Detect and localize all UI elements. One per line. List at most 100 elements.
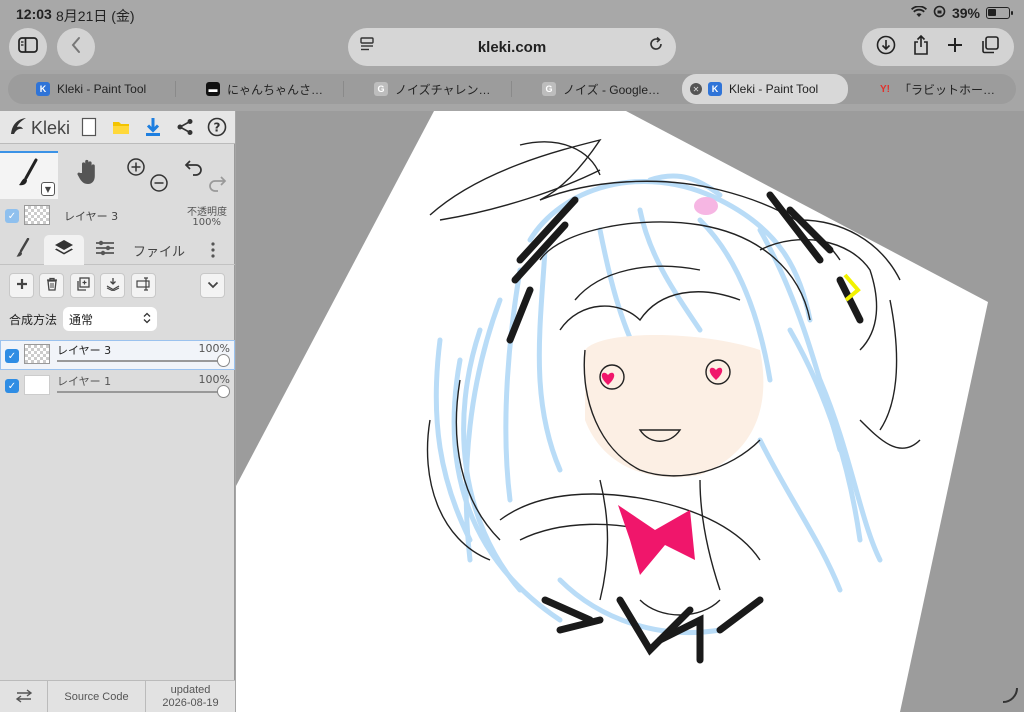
delete-layer-button[interactable] [39,273,64,298]
download-icon[interactable] [876,35,896,60]
plus-icon [16,278,28,294]
tab-title: Kleki - Paint Tool [729,82,819,96]
slider-handle[interactable] [217,385,230,398]
rename-layer-button[interactable] [131,273,156,298]
layer-thumbnail [24,375,50,395]
close-tab-icon[interactable]: ✕ [690,83,702,95]
kleki-header: Kleki ? [0,111,235,144]
layer-visible-checkbox[interactable]: ✓ [5,349,19,363]
updated-date: 2026-08-19 [162,697,219,709]
rename-icon [135,276,152,295]
address-bar[interactable]: kleki.com [348,28,676,66]
back-button[interactable] [57,28,95,66]
panel-tabs: ファイル [0,235,235,265]
tab-file[interactable]: ファイル [126,235,192,265]
status-bar: 12:03 8月21日 (金) 39% [0,0,1024,28]
merge-down-button[interactable] [100,273,125,298]
tab-kleki-active[interactable]: ✕ K Kleki - Paint Tool [682,74,848,104]
add-layer-button[interactable] [9,273,34,298]
layer-row[interactable]: ✓ レイヤー 1 100% [0,371,235,401]
layer-thumbnail [24,344,50,364]
hand-icon [75,158,101,192]
hand-tool[interactable] [59,151,117,199]
tab-title: にゃんちゃんさ… [227,82,324,97]
sidebar-icon [18,36,38,58]
source-code-link[interactable]: Source Code [48,681,146,712]
brush-icon [15,237,31,262]
tab-layers[interactable] [44,235,84,265]
swap-arrows-icon [15,688,33,706]
help-icon[interactable]: ? [206,116,228,138]
tab-kleki-1[interactable]: K Kleki - Paint Tool [36,74,202,104]
tab-title: 「ラビットホー… [899,82,996,97]
layer-opacity: 100% [198,373,230,386]
brush-dropdown-icon[interactable]: ▼ [41,182,55,196]
zoom-tools [118,151,176,199]
zoom-out-icon[interactable] [149,173,169,199]
share-icon[interactable] [174,116,196,138]
tab-brush[interactable] [4,235,42,265]
save-download-icon[interactable] [142,116,164,138]
plus-icon[interactable] [946,36,964,59]
battery-icon [986,7,1013,19]
duplicate-layer-button[interactable] [70,273,95,298]
status-right: 39% [910,5,1013,21]
redo-icon[interactable] [207,173,227,198]
wifi-icon [910,5,927,21]
reload-icon[interactable] [648,36,664,57]
brush-icon [16,158,42,194]
sliders-icon [95,240,115,260]
open-folder-icon[interactable] [110,116,132,138]
drawing-canvas[interactable] [236,111,1024,712]
layer-name: レイヤー 1 [57,375,112,388]
swap-side-button[interactable] [0,681,48,712]
google-favicon-icon: G [374,82,388,96]
chevron-updown-icon [143,312,151,327]
sidebar-button[interactable] [9,28,47,66]
blend-mode-row: 合成方法 通常 [9,307,158,331]
slider-handle[interactable] [217,354,230,367]
layer-opacity-slider[interactable] [57,360,221,362]
layer-visible-checkbox[interactable]: ✓ [5,379,19,393]
kleki-logo: Kleki [8,116,70,141]
layer-name: レイヤー 3 [57,344,112,357]
tab-adjust[interactable] [86,235,124,265]
more-options-icon[interactable] [198,235,228,265]
layer-opacity: 100% [198,342,230,355]
kleki-favicon-icon: K [708,82,722,96]
layer-menu-button[interactable] [200,273,225,298]
tool-row: ▼ [0,151,235,199]
resize-corner-icon[interactable] [1002,687,1018,703]
status-time: 12:03 [16,6,52,22]
layer-visible-checkbox[interactable]: ✓ [5,209,19,223]
google-favicon-icon: G [542,82,556,96]
tab-bar: K Kleki - Paint Tool ▬ にゃんちゃんさ… G ノイズチャレ… [8,74,1016,104]
share-icon[interactable] [912,34,930,61]
zoom-in-icon[interactable] [126,157,146,183]
layer-opacity-slider[interactable] [57,391,221,393]
chevron-left-icon [70,36,82,59]
tab-nyanchan[interactable]: ▬ にゃんちゃんさ… [206,74,372,104]
blend-mode-label: 合成方法 [9,312,58,327]
orientation-lock-icon [933,5,946,21]
undo-icon[interactable] [184,157,204,182]
kleki-favicon-icon: K [36,82,50,96]
new-file-icon[interactable] [78,116,100,138]
tab-noise-challenge[interactable]: G ノイズチャレン… [374,74,540,104]
yahoo-favicon-icon: Y! [880,83,890,95]
tab-rabbit-hole[interactable]: Y! 「ラビットホー… [878,74,1024,104]
tabs-icon[interactable] [980,35,1000,60]
page-menu-icon[interactable] [360,37,376,54]
updated-info: updated 2026-08-19 [146,681,235,712]
layer-row[interactable]: ✓ レイヤー 3 100% [0,340,235,370]
site-favicon-icon: ▬ [206,82,220,96]
toolbar-actions [862,28,1014,66]
tab-title: Kleki - Paint Tool [57,82,147,96]
layer-thumbnail [24,205,50,225]
drawing-canvas-area[interactable] [236,111,1024,712]
blend-mode-select[interactable]: 通常 [63,307,158,331]
tab-title: ノイズ - Google… [563,82,660,97]
merge-down-icon [106,277,120,295]
opacity-label: 不透明度 [187,207,227,218]
brush-tool[interactable]: ▼ [0,151,58,199]
